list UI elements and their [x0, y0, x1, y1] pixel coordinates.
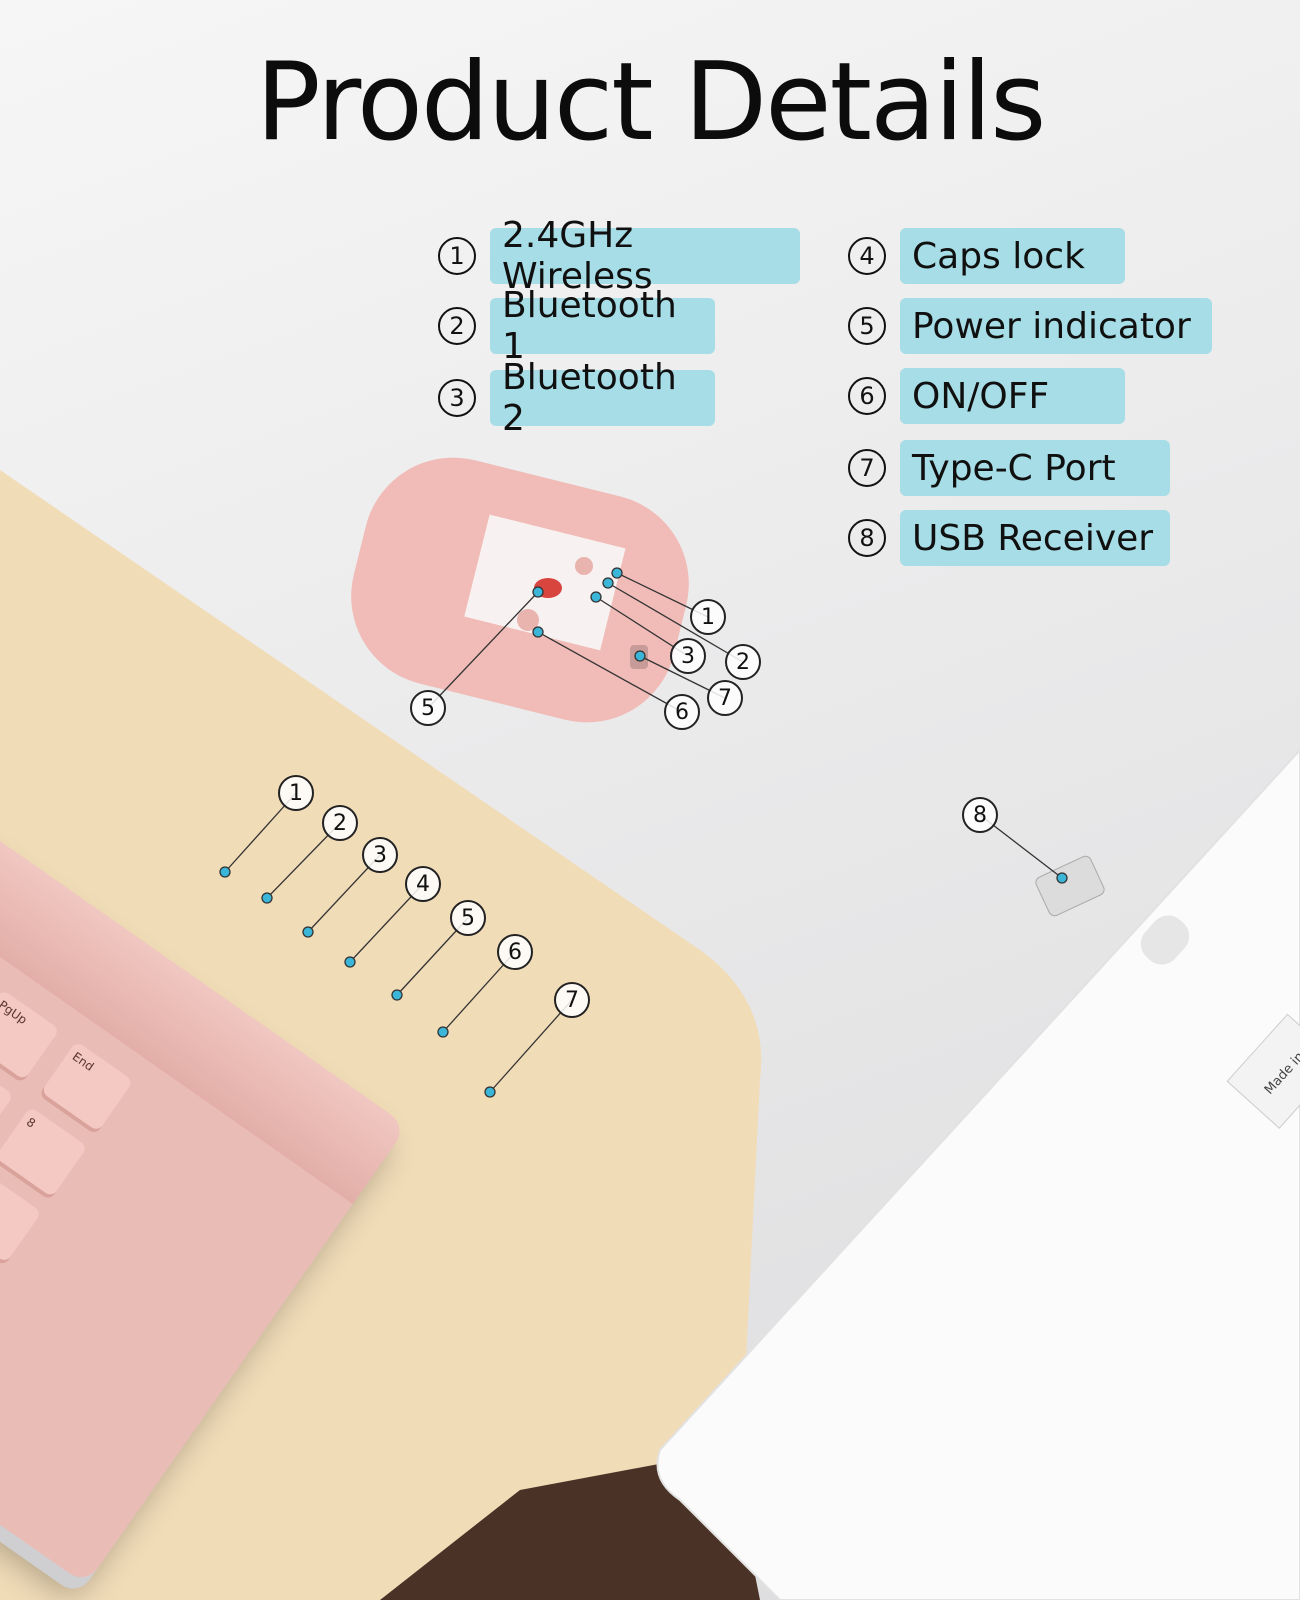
- mouse-callout-2: 2: [725, 644, 761, 680]
- page-title: Product Details: [255, 40, 1047, 165]
- feature-3: 3 Bluetooth 2: [438, 357, 715, 439]
- led-dot: [602, 577, 614, 589]
- keyboard-callout-6: 6: [497, 934, 533, 970]
- feature-number: 3: [438, 379, 476, 417]
- led-dot: [344, 956, 356, 968]
- feature-label: Caps lock: [900, 228, 1125, 284]
- led-dot: [302, 926, 314, 938]
- mouse-callout-7: 7: [707, 680, 743, 716]
- feature-number: 1: [438, 237, 476, 275]
- receiver-callout-8: 8: [962, 797, 998, 833]
- mouse-callout-1: 1: [690, 599, 726, 635]
- feature-8: 8 USB Receiver: [848, 510, 1170, 566]
- led-dot: [219, 866, 231, 878]
- mouse-callout-3: 3: [670, 638, 706, 674]
- keyboard-callout-7: 7: [554, 982, 590, 1018]
- led-dot: [532, 586, 544, 598]
- feature-number: 4: [848, 237, 886, 275]
- feature-label: Bluetooth 1: [490, 285, 715, 367]
- mouse-callout-6: 6: [664, 694, 700, 730]
- led-dot: [611, 567, 623, 579]
- feature-label: 2.4GHz Wireless: [490, 215, 800, 297]
- keyboard-callout-1: 1: [278, 775, 314, 811]
- feature-number: 6: [848, 377, 886, 415]
- feature-number: 8: [848, 519, 886, 557]
- mouse-callout-5: 5: [410, 690, 446, 726]
- feature-4: 4 Caps lock: [848, 228, 1125, 284]
- led-dot: [590, 591, 602, 603]
- feature-5: 5 Power indicator: [848, 298, 1212, 354]
- keyboard-callout-3: 3: [362, 837, 398, 873]
- keyboard-callout-4: 4: [405, 866, 441, 902]
- feature-number: 5: [848, 307, 886, 345]
- feature-label: USB Receiver: [900, 510, 1170, 566]
- led-dot: [1056, 872, 1068, 884]
- led-dot: [391, 989, 403, 1001]
- feature-label: Bluetooth 2: [490, 357, 715, 439]
- feature-label: Power indicator: [900, 298, 1212, 354]
- keyboard-callout-2: 2: [322, 805, 358, 841]
- led-dot: [532, 626, 544, 638]
- led-dot: [437, 1026, 449, 1038]
- feature-label: ON/OFF: [900, 368, 1125, 424]
- feature-number: 7: [848, 449, 886, 487]
- led-dot: [634, 650, 646, 662]
- led-dot: [484, 1086, 496, 1098]
- feature-2: 2 Bluetooth 1: [438, 285, 715, 367]
- feature-number: 2: [438, 307, 476, 345]
- feature-6: 6 ON/OFF: [848, 368, 1125, 424]
- feature-7: 7 Type-C Port: [848, 440, 1170, 496]
- feature-1: 1 2.4GHz Wireless: [438, 215, 800, 297]
- feature-label: Type-C Port: [900, 440, 1170, 496]
- keyboard-callout-5: 5: [450, 900, 486, 936]
- led-dot: [261, 892, 273, 904]
- usb-receiver: [1035, 855, 1105, 917]
